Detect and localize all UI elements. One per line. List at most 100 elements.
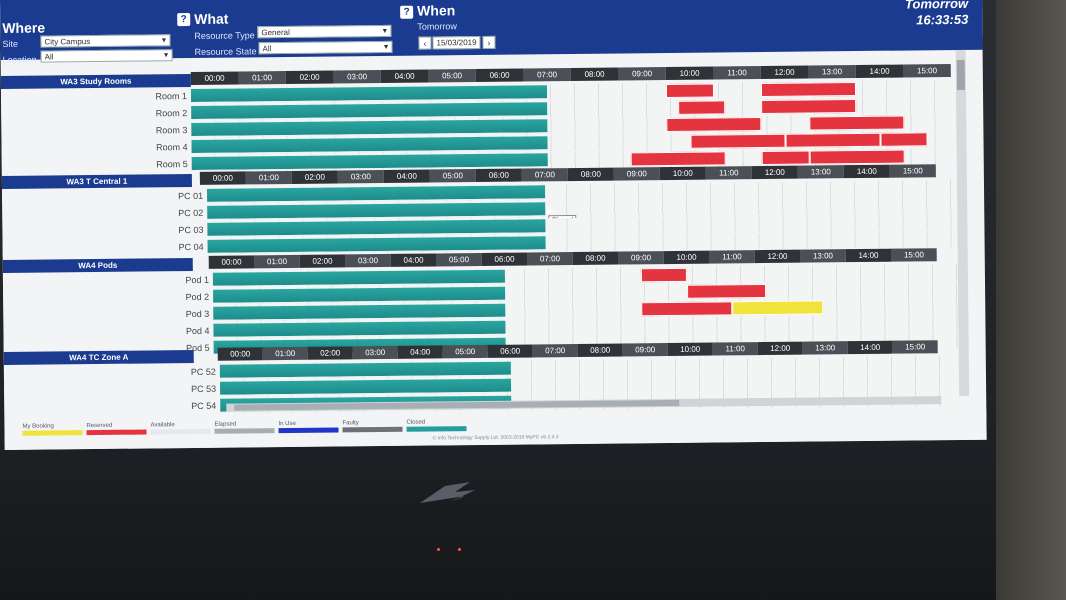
reserved-block[interactable] <box>809 149 905 165</box>
resource-label: Pod 3 <box>3 305 214 324</box>
resource-state-value: All <box>262 44 272 54</box>
closed-block[interactable] <box>206 185 546 203</box>
closed-block[interactable] <box>207 219 546 237</box>
led-indicator <box>458 548 461 551</box>
hour-label: 08:00 <box>570 67 619 82</box>
resource-label: PC 04 <box>2 238 208 257</box>
closed-block[interactable] <box>191 102 548 121</box>
reserved-block[interactable] <box>690 133 786 149</box>
legend-label: My Booking <box>22 423 54 430</box>
hour-label: 05:00 <box>428 69 476 83</box>
closed-block[interactable] <box>207 202 546 220</box>
hour-label: 03:00 <box>345 253 391 268</box>
hour-label: 10:00 <box>659 166 706 181</box>
closed-block[interactable] <box>213 320 506 338</box>
reserved-block[interactable] <box>641 301 733 317</box>
reserved-block[interactable] <box>665 83 714 99</box>
hour-label: 12:00 <box>751 165 798 180</box>
help-icon[interactable]: ? <box>400 5 414 19</box>
reserved-block[interactable] <box>760 82 857 98</box>
hour-label: 03:00 <box>352 345 398 360</box>
reserved-block[interactable] <box>785 132 881 148</box>
legend-item: In Use <box>278 420 339 434</box>
closed-block[interactable] <box>207 236 546 254</box>
clock: 16:33:53 <box>916 11 969 28</box>
closed-block[interactable] <box>191 119 548 138</box>
reserved-block[interactable] <box>761 99 857 115</box>
site-select[interactable]: City Campus ▼ <box>40 34 171 48</box>
booking-grid: WA3 Study Rooms 00:00 01:00 02:00 03:00 04:00… <box>0 50 960 416</box>
resource-label: Pod 4 <box>3 322 214 341</box>
legend-label: In Use <box>278 420 296 428</box>
closed-block[interactable] <box>213 286 505 304</box>
hour-label: 11:00 <box>712 342 758 356</box>
hour-label: 05:00 <box>436 252 482 267</box>
legend-swatch <box>278 427 339 434</box>
chevron-right-icon: › <box>487 37 491 48</box>
resource-type-select[interactable]: General ▼ <box>257 24 392 39</box>
closed-block[interactable] <box>213 303 506 321</box>
legend-swatch <box>406 426 467 432</box>
hour-label: 15:00 <box>903 64 951 78</box>
closed-block[interactable] <box>212 269 505 287</box>
section-header: WA3 T Central 1 <box>1 174 192 189</box>
hour-label: 01:00 <box>245 170 292 185</box>
legend-item: My Booking <box>22 423 83 436</box>
when-title: When <box>417 2 456 19</box>
scrollbar-thumb[interactable] <box>956 59 965 90</box>
hour-label: 11:00 <box>705 166 752 180</box>
hour-label: 02:00 <box>307 346 353 360</box>
legend-swatch <box>22 430 83 436</box>
reserved-block[interactable] <box>666 117 762 133</box>
legend-label: Available <box>150 422 175 429</box>
hour-label: 10:00 <box>663 250 710 265</box>
hour-label: 12:00 <box>754 249 801 264</box>
hour-label: 12:00 <box>757 341 803 356</box>
hour-label: 07:00 <box>527 252 573 266</box>
hour-label: 02:00 <box>299 254 346 268</box>
hour-label: 08:00 <box>567 167 614 182</box>
hour-label: 10:00 <box>665 66 714 81</box>
reserved-block[interactable] <box>631 151 727 167</box>
hour-label: 04:00 <box>383 169 430 183</box>
resource-state-label: Resource State <box>194 46 257 57</box>
closed-block[interactable] <box>190 85 548 104</box>
reserved-block[interactable] <box>808 115 904 131</box>
resource-type-value: General <box>261 27 290 38</box>
hour-label: 02:00 <box>291 170 338 184</box>
hour-label: 15:00 <box>892 340 938 354</box>
hour-label: 14:00 <box>843 164 890 179</box>
chevron-down-icon: ▼ <box>381 27 389 36</box>
rog-logo-icon <box>420 482 475 503</box>
hour-label: 01:00 <box>238 71 286 85</box>
status-leds <box>437 538 479 556</box>
legend-item: Available <box>150 422 211 435</box>
help-icon[interactable]: ? <box>177 13 191 27</box>
hour-label: 15:00 <box>891 248 937 262</box>
section-title: WA4 TC Zone A <box>3 349 194 365</box>
site-label: Site <box>2 38 19 49</box>
chevron-left-icon: ‹ <box>423 38 427 49</box>
reserved-block[interactable] <box>880 132 928 147</box>
my-booking-block[interactable] <box>732 300 824 316</box>
reserved-block[interactable] <box>761 150 810 166</box>
hour-label: 03:00 <box>337 169 384 184</box>
resource-state-select[interactable]: All ▼ <box>258 40 393 55</box>
legend-swatch <box>86 429 147 436</box>
reserved-block[interactable] <box>677 100 726 115</box>
date-field[interactable]: 15/03/2019 <box>432 35 481 50</box>
legend-label: Closed <box>406 419 426 426</box>
closed-block[interactable] <box>220 378 511 396</box>
hour-label: 06:00 <box>475 168 522 183</box>
legend-label: Reserved <box>86 422 113 430</box>
previous-day-button[interactable]: ‹ <box>418 36 432 50</box>
closed-block[interactable] <box>191 136 548 155</box>
reserved-block[interactable] <box>641 267 687 283</box>
screen: Where Site City Campus ▼ Location All ▼ ? … <box>0 0 987 450</box>
reserved-block[interactable] <box>686 283 767 299</box>
closed-block[interactable] <box>219 361 511 379</box>
resource-label: PC 03 <box>2 221 208 240</box>
resource-label: Room 1 <box>0 88 192 106</box>
hour-label: 05:00 <box>442 344 488 359</box>
next-day-button[interactable]: › <box>482 35 496 49</box>
